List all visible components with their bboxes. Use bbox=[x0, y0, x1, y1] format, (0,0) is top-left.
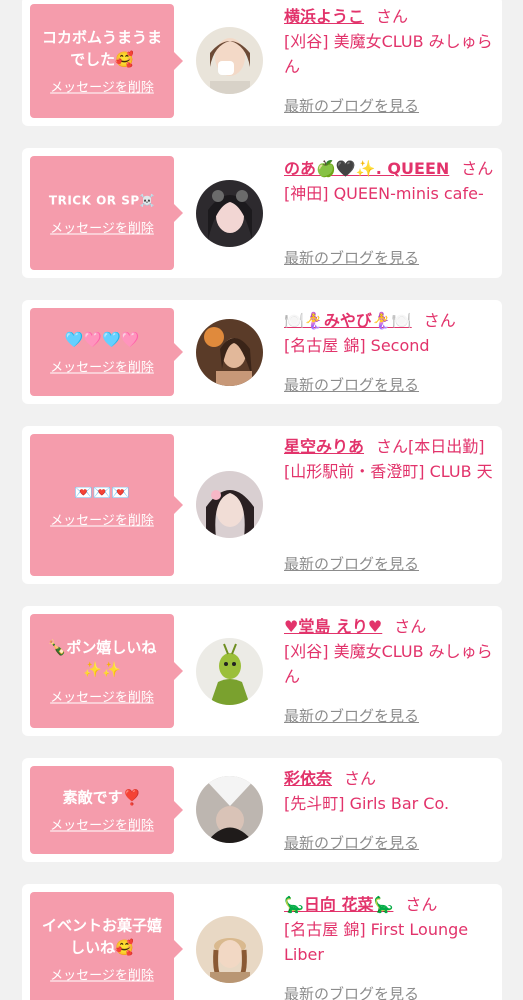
delete-message-button[interactable]: メッセージを削除 bbox=[50, 815, 154, 834]
view-blog-link[interactable]: 最新のブログを見る bbox=[284, 832, 419, 853]
sender-info: 🦕日向 花菜🦕 さん [名古屋 錦] First Lounge Liber bbox=[284, 892, 496, 967]
honorific: さん bbox=[405, 895, 438, 914]
delete-message-button[interactable]: メッセージを削除 bbox=[50, 357, 154, 376]
shop-name: [先斗町] Girls Bar Co. bbox=[284, 794, 450, 813]
sender-info: 星空みりあ さん[本日出勤] [山形駅前・香澄町] CLUB 天 bbox=[284, 434, 496, 484]
avatar[interactable] bbox=[196, 776, 263, 843]
sender-info: ♥堂島 えり♥ さん [刈谷] 美魔女CLUB みしゅらん bbox=[284, 614, 496, 689]
sender-name[interactable]: 🦕日向 花菜🦕 bbox=[284, 895, 393, 914]
list-item: イベントお菓子嬉しいね🥰 メッセージを削除 🦕日向 花菜🦕 さん [名古屋 錦] … bbox=[22, 884, 502, 1000]
sender-name[interactable]: 🍽️🧜‍♀️みやび🧜‍♀️🍽️ bbox=[284, 311, 412, 330]
shop-name: [山形駅前・香澄町] CLUB 天 bbox=[284, 462, 493, 481]
delete-message-button[interactable]: メッセージを削除 bbox=[50, 77, 154, 96]
avatar[interactable] bbox=[196, 916, 263, 983]
sender-info: 横浜ようこ さん [刈谷] 美魔女CLUB みしゅらん bbox=[284, 4, 496, 79]
delete-message-button[interactable]: メッセージを削除 bbox=[50, 510, 154, 529]
view-blog-link[interactable]: 最新のブログを見る bbox=[284, 705, 419, 726]
shop-name: [神田] QUEEN-minis cafe- bbox=[284, 184, 484, 203]
message-bubble: 🩵🩷🩵🩷 メッセージを削除 bbox=[30, 308, 183, 396]
honorific: さん bbox=[423, 311, 456, 330]
shop-name: [名古屋 錦] First Lounge Liber bbox=[284, 920, 469, 964]
list-item: TRICK OR SP☠️ メッセージを削除 のあ🍏🖤✨. QUEEN さん [神… bbox=[22, 148, 502, 278]
message-bubble: イベントお菓子嬉しいね🥰 メッセージを削除 bbox=[30, 892, 183, 1000]
list-item: 🍾ポン嬉しいね✨✨ メッセージを削除 ♥堂島 えり♥ さん [刈谷] 美魔女CLU… bbox=[22, 606, 502, 736]
message-text: 💌💌💌 bbox=[73, 483, 131, 502]
sender-name[interactable]: 横浜ようこ bbox=[284, 7, 364, 26]
honorific: さん bbox=[376, 437, 409, 456]
delete-message-button[interactable]: メッセージを削除 bbox=[50, 218, 154, 237]
message-bubble: 素敵です❣️ メッセージを削除 bbox=[30, 766, 183, 854]
view-blog-link[interactable]: 最新のブログを見る bbox=[284, 983, 419, 1000]
avatar[interactable] bbox=[196, 319, 263, 386]
message-text: 素敵です❣️ bbox=[62, 788, 142, 807]
sender-info: のあ🍏🖤✨. QUEEN さん [神田] QUEEN-minis cafe- bbox=[284, 156, 496, 206]
honorific: さん bbox=[376, 7, 409, 26]
view-blog-link[interactable]: 最新のブログを見る bbox=[284, 374, 419, 395]
message-bubble: 💌💌💌 メッセージを削除 bbox=[30, 434, 183, 576]
shop-name: [名古屋 錦] Second bbox=[284, 336, 430, 355]
sender-name[interactable]: のあ🍏🖤✨. QUEEN bbox=[284, 159, 449, 178]
delete-message-button[interactable]: メッセージを削除 bbox=[50, 965, 154, 984]
sender-name[interactable]: 星空みりあ bbox=[284, 437, 364, 456]
message-text: TRICK OR SP☠️ bbox=[48, 193, 156, 208]
message-text: イベントお菓子嬉しいね🥰 bbox=[41, 916, 162, 957]
list-item: 素敵です❣️ メッセージを削除 彩依奈 さん [先斗町] Girls Bar Co… bbox=[22, 758, 502, 862]
sender-info: 彩依奈 さん [先斗町] Girls Bar Co. bbox=[284, 766, 496, 816]
message-bubble: コカボムうまうまでした🥰 メッセージを削除 bbox=[30, 4, 183, 118]
list-item: 💌💌💌 メッセージを削除 星空みりあ さん[本日出勤] [山形駅前・香澄町] CL… bbox=[22, 426, 502, 584]
sender-name[interactable]: 彩依奈 bbox=[284, 769, 332, 788]
avatar[interactable] bbox=[196, 471, 263, 538]
avatar[interactable] bbox=[196, 180, 263, 247]
message-list: コカボムうまうまでした🥰 メッセージを削除 横浜ようこ さん [刈谷] 美魔女CL… bbox=[0, 0, 523, 1000]
honorific: さん bbox=[394, 617, 427, 636]
avatar[interactable] bbox=[196, 27, 263, 94]
honorific: さん bbox=[344, 769, 377, 788]
sender-info: 🍽️🧜‍♀️みやび🧜‍♀️🍽️ さん [名古屋 錦] Second bbox=[284, 308, 496, 358]
message-text: 🩵🩷🩵🩷 bbox=[64, 330, 140, 349]
message-text: 🍾ポン嬉しいね✨✨ bbox=[47, 638, 157, 679]
delete-message-button[interactable]: メッセージを削除 bbox=[50, 687, 154, 706]
list-item: コカボムうまうまでした🥰 メッセージを削除 横浜ようこ さん [刈谷] 美魔女CL… bbox=[22, 0, 502, 126]
view-blog-link[interactable]: 最新のブログを見る bbox=[284, 553, 419, 574]
view-blog-link[interactable]: 最新のブログを見る bbox=[284, 95, 419, 116]
shop-name: [刈谷] 美魔女CLUB みしゅらん bbox=[284, 32, 493, 76]
sender-name[interactable]: ♥堂島 えり♥ bbox=[284, 617, 382, 636]
honorific: さん bbox=[461, 159, 494, 178]
message-text: コカボムうまうまでした🥰 bbox=[41, 28, 162, 69]
list-item: 🩵🩷🩵🩷 メッセージを削除 🍽️🧜‍♀️みやび🧜‍♀️🍽️ さん [名古屋 錦] … bbox=[22, 300, 502, 404]
view-blog-link[interactable]: 最新のブログを見る bbox=[284, 247, 419, 268]
message-bubble: 🍾ポン嬉しいね✨✨ メッセージを削除 bbox=[30, 614, 183, 728]
avatar[interactable] bbox=[196, 638, 263, 705]
shop-name: [刈谷] 美魔女CLUB みしゅらん bbox=[284, 642, 493, 686]
status-note: [本日出勤] bbox=[408, 437, 485, 456]
message-bubble: TRICK OR SP☠️ メッセージを削除 bbox=[30, 156, 183, 270]
